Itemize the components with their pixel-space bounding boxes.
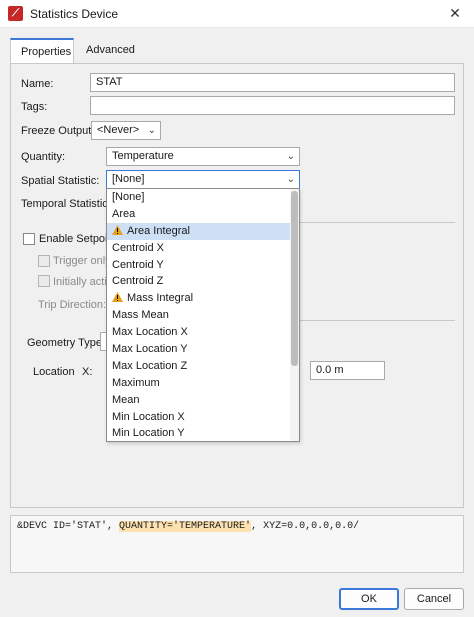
close-button[interactable]: ✕ [446, 4, 464, 22]
dropdown-item[interactable]: Mean [107, 392, 291, 409]
cancel-button[interactable]: Cancel [404, 588, 464, 610]
separator [300, 222, 455, 223]
dropdown-item-label: Mass Mean [112, 309, 169, 322]
dropdown-scrollbar[interactable] [290, 189, 299, 441]
dropdown-item-label: Mean [112, 393, 140, 406]
fds-prefix: &DEVC ID='STAT', [17, 521, 120, 532]
chevron-down-icon: ⌄ [286, 151, 295, 162]
dropdown-item-label: Centroid X [112, 241, 164, 254]
window-title: Statistics Device [30, 7, 119, 21]
tab-properties[interactable]: Properties [10, 38, 74, 64]
initially-active-checkbox[interactable] [38, 275, 50, 287]
dropdown-item-label: Area Integral [127, 224, 190, 237]
dropdown-item[interactable]: Min Location X [107, 409, 291, 426]
trigger-only-checkbox[interactable] [38, 255, 50, 267]
quantity-label: Quantity: [21, 151, 66, 163]
fds-preview: &DEVC ID='STAT', QUANTITY='TEMPERATURE',… [10, 515, 464, 573]
fds-suffix: , XYZ=0.0,0.0,0.0/ [251, 521, 360, 532]
dropdown-item-label: Max Location Y [112, 343, 188, 356]
scrollbar-thumb[interactable] [291, 191, 298, 366]
dropdown-item-label: Min Location Y [112, 427, 185, 440]
tags-label: Tags: [21, 101, 48, 113]
dropdown-item[interactable]: Max Location Z [107, 358, 291, 375]
dropdown-item-label: Mass Integral [127, 292, 194, 305]
dropdown-item[interactable]: Mass Mean [107, 307, 291, 324]
dropdown-item-label: Centroid Z [112, 275, 164, 288]
spatial-statistic-dropdown: [None] Area Area Integral Centroid X Centroi… [106, 188, 300, 442]
name-label: Name: [21, 78, 54, 90]
trip-direction-label: Trip Direction: [38, 299, 107, 311]
name-field[interactable]: STAT [90, 73, 455, 92]
app-logo-icon: ⟋ [8, 6, 23, 21]
initially-active-label: Initially activ [53, 276, 113, 288]
chevron-down-icon: ⌄ [147, 125, 156, 136]
spatial-statistic-label: Spatial Statistic: [21, 175, 100, 187]
freeze-output-value: <Never> [97, 124, 140, 136]
freeze-output-label: Freeze Output: [21, 125, 95, 137]
dropdown-item-label: Max Location X [112, 326, 188, 339]
dropdown-item[interactable]: Max Location Y [107, 341, 291, 358]
dropdown-item[interactable]: Area [107, 206, 291, 223]
freeze-output-select[interactable]: <Never> ⌄ [91, 121, 161, 140]
tags-field[interactable] [90, 96, 455, 115]
title-bar: ⟋ Statistics Device ✕ [0, 0, 474, 28]
quantity-value: Temperature [112, 150, 174, 162]
quantity-select[interactable]: Temperature ⌄ [106, 147, 300, 166]
tab-advanced[interactable]: Advanced [76, 38, 146, 64]
location-x-label: X: [82, 366, 93, 378]
dropdown-item-label: Maximum [112, 376, 160, 389]
dropdown-item[interactable]: Min Location Y [107, 425, 291, 441]
location-label: Location [33, 366, 75, 378]
dropdown-item[interactable]: Centroid Z [107, 273, 291, 290]
dropdown-item-label: Centroid Y [112, 258, 164, 271]
separator [300, 320, 455, 321]
dropdown-item-label: [None] [112, 191, 145, 203]
warning-icon [112, 291, 123, 303]
enable-setpoint-checkbox[interactable] [23, 233, 35, 245]
dropdown-item[interactable]: Max Location X [107, 324, 291, 341]
dropdown-item[interactable]: Centroid Y [107, 257, 291, 274]
chevron-down-icon: ⌄ [286, 174, 295, 185]
dropdown-item[interactable]: Mass Integral [107, 290, 291, 307]
ok-button[interactable]: OK [339, 588, 399, 610]
dropdown-item-label: Area [112, 207, 136, 220]
dropdown-list: [None] Area Area Integral Centroid X Centroi… [107, 189, 299, 441]
dropdown-item[interactable]: [None] [107, 189, 291, 206]
spatial-statistic-value: [None] [112, 173, 145, 185]
dropdown-item[interactable]: Centroid X [107, 240, 291, 257]
temporal-statistic-label: Temporal Statistic: [21, 198, 111, 210]
geometry-type-label: Geometry Type: [27, 337, 106, 349]
dropdown-item[interactable]: Maximum [107, 375, 291, 392]
fds-highlight: QUANTITY='TEMPERATURE' [119, 521, 252, 532]
dropdown-item[interactable]: Area Integral [107, 222, 291, 240]
spatial-statistic-select[interactable]: [None] ⌄ [106, 170, 300, 189]
location-z-field[interactable]: 0.0 m [310, 361, 385, 380]
dropdown-item-label: Max Location Z [112, 359, 188, 372]
dropdown-item-label: Min Location X [112, 410, 185, 423]
warning-icon [112, 224, 123, 235]
trigger-only-label: Trigger only [53, 255, 111, 267]
